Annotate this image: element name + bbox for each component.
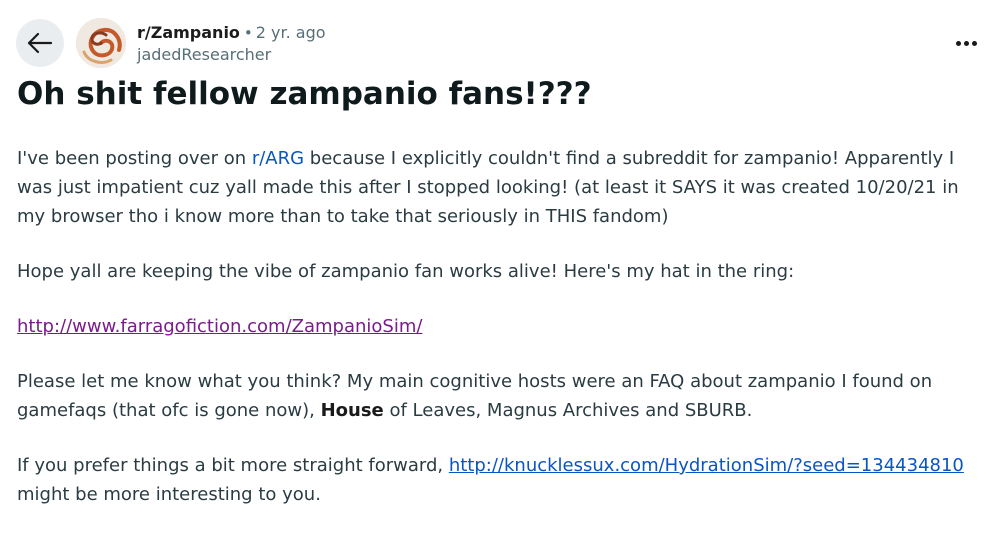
paragraph-4: Please let me know what you think? My ma… <box>17 371 933 421</box>
subreddit-avatar[interactable] <box>76 18 126 68</box>
arrow-left-icon <box>27 32 53 54</box>
more-horizontal-icon-dot <box>972 40 977 46</box>
zampaniosim-link[interactable]: http://www.farragofiction.com/ZampanioSi… <box>17 316 422 337</box>
more-horizontal-icon-dot <box>956 40 961 46</box>
paragraph-2: Hope yall are keeping the vibe of zampan… <box>17 261 795 282</box>
post-meta: r/Zampanio • 2 yr. ago jadedResearcher <box>137 22 326 66</box>
spiral-avatar-icon <box>76 18 126 68</box>
paragraph-5: If you prefer things a bit more straight… <box>17 455 964 505</box>
post-body: I've been posting over on r/ARG because … <box>17 144 982 535</box>
subreddit-inline-link[interactable]: r/ARG <box>252 148 304 169</box>
back-button[interactable] <box>16 19 64 67</box>
meta-separator: • <box>243 24 253 42</box>
bold-house: House <box>320 400 384 421</box>
subreddit-link[interactable]: r/Zampanio <box>137 23 240 42</box>
more-options-button[interactable] <box>956 36 982 50</box>
author-link[interactable]: jadedResearcher <box>137 44 326 66</box>
hydrationsim-link[interactable]: http://knucklessux.com/HydrationSim/?see… <box>449 455 964 476</box>
more-horizontal-icon-dot <box>964 40 969 46</box>
post-age: 2 yr. ago <box>255 23 326 42</box>
paragraph-1: I've been posting over on r/ARG because … <box>17 148 959 227</box>
post-title: Oh shit fellow zampanio fans!??? <box>17 76 592 112</box>
paragraph-3: http://www.farragofiction.com/ZampanioSi… <box>17 312 982 341</box>
